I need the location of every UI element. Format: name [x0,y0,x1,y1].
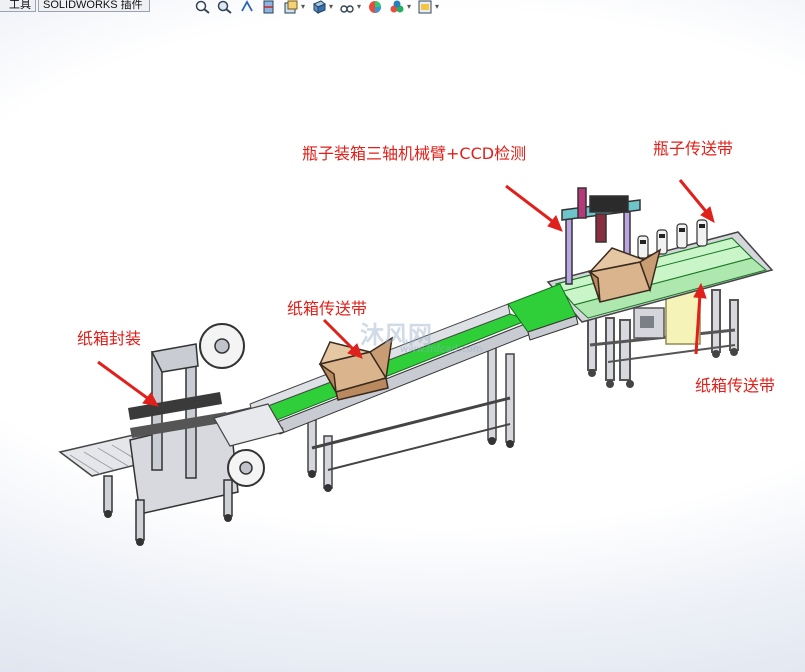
toolbar: 工具 SOLIDWORKS 插件 ▾ ▾ ▾ ▾ ▾ [0,0,805,14]
arrow-to-gantry [505,184,563,232]
label-bottle-arm: 瓶子装箱三轴机械臂+CCD检测 [302,144,527,163]
chevron-down-icon[interactable]: ▾ [329,3,335,11]
bottle-conveyor-assembly [546,187,774,388]
tab-solidworks-addins[interactable]: SOLIDWORKS 插件 [38,0,150,12]
chevron-down-icon[interactable]: ▾ [301,3,307,11]
chevron-down-icon[interactable]: ▾ [357,3,363,11]
arrow-to-sealer [97,360,159,407]
apply-scene-icon[interactable] [389,0,405,14]
label-carton-conveyor-right: 纸箱传送带 [695,376,776,395]
edit-appearance-icon[interactable] [367,0,383,14]
label-carton-conveyor-mid: 纸箱传送带 [287,299,368,318]
hide-show-items-icon[interactable] [339,0,355,14]
arrow-to-bottles [678,179,715,223]
watermark-url: www.mfcad.com [400,344,483,355]
section-view-icon[interactable] [261,0,277,14]
view-orientation-icon[interactable] [283,0,299,14]
carton-sealing-machine [58,323,285,546]
previous-view-icon[interactable] [239,0,255,14]
zoom-area-icon[interactable] [217,0,233,14]
chevron-down-icon[interactable]: ▾ [435,3,441,11]
tab-tools[interactable]: 工具 [0,0,36,12]
zoom-to-fit-icon[interactable] [195,0,211,14]
label-carton-sealing: 纸箱封装 [77,329,142,348]
display-style-icon[interactable] [311,0,327,14]
chevron-down-icon[interactable]: ▾ [407,3,413,11]
view-settings-icon[interactable] [417,0,433,14]
label-bottle-conveyor: 瓶子传送带 [653,139,734,158]
